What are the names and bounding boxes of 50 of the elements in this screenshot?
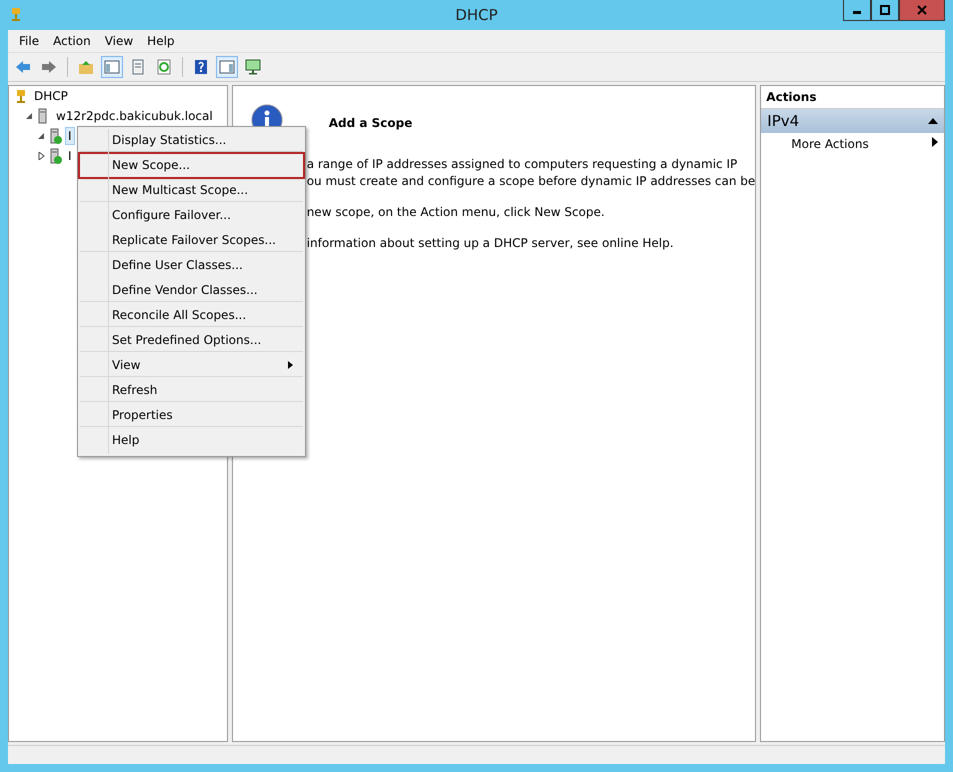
actions-section[interactable]: IPv4 xyxy=(761,109,944,133)
context-menu-item[interactable]: Refresh xyxy=(80,379,303,402)
help-icon xyxy=(193,59,209,75)
context-menu-item[interactable]: New Scope... xyxy=(80,154,303,177)
context-menu-item[interactable]: Reconcile All Scopes... xyxy=(80,304,303,327)
tree-item[interactable]: w12r2pdc.bakicubuk.local xyxy=(53,107,216,125)
tree-item[interactable]: DHCP xyxy=(31,87,71,105)
content-paragraph: information about setting up a DHCP server, see online Help. xyxy=(306,235,675,252)
content-paragraph: a range of IP addresses assigned to computers requesting a dynamic IP ou must create and configure a scope before dynamic IP addresses can be xyxy=(306,156,756,190)
panel-icon xyxy=(104,59,120,75)
show-tree-button[interactable] xyxy=(101,56,123,78)
panel-icon xyxy=(219,59,235,75)
collapsed-icon[interactable] xyxy=(37,152,45,160)
menu-item[interactable]: Action xyxy=(46,34,98,48)
forward-arrow-icon xyxy=(41,60,57,74)
content-title: Add a Scope xyxy=(328,116,412,130)
folder-icon xyxy=(78,59,94,75)
maximize-icon xyxy=(880,5,890,15)
context-menu-item[interactable]: Display Statistics... xyxy=(80,129,303,152)
close-icon xyxy=(917,5,927,15)
action-item[interactable]: More Actions xyxy=(761,133,944,155)
context-menu-item[interactable]: Define User Classes... xyxy=(80,254,303,277)
menu-item[interactable]: View xyxy=(98,34,140,48)
show-action-pane-button[interactable] xyxy=(216,56,238,78)
context-menu-item[interactable]: Properties xyxy=(80,404,303,427)
context-menu-item[interactable]: Set Predefined Options... xyxy=(80,329,303,352)
refresh-icon xyxy=(156,59,172,75)
context-menu-item[interactable]: Configure Failover... xyxy=(80,204,303,227)
submenu-arrow-icon xyxy=(932,137,938,147)
menu-item[interactable]: File xyxy=(12,34,46,48)
document-icon xyxy=(130,59,146,75)
back-arrow-icon xyxy=(15,60,31,74)
window-title: DHCP xyxy=(455,6,498,24)
monitor-icon xyxy=(245,59,261,75)
menu-item[interactable]: Help xyxy=(140,34,182,48)
context-menu-item[interactable]: New Multicast Scope... xyxy=(80,179,303,202)
context-menu-item[interactable]: View xyxy=(80,354,303,377)
tree-item[interactable]: I xyxy=(65,147,75,165)
expanded-icon[interactable] xyxy=(37,132,45,140)
collapse-arrow-icon xyxy=(928,117,938,125)
context-menu-item[interactable]: Replicate Failover Scopes... xyxy=(80,229,303,252)
minimize-button[interactable] xyxy=(843,0,871,21)
content-paragraph: new scope, on the Action menu, click New Scope. xyxy=(306,204,606,221)
context-menu-item[interactable]: Define Vendor Classes... xyxy=(80,279,303,302)
tree-item[interactable]: I xyxy=(65,127,75,145)
context-menu-item[interactable]: Help xyxy=(80,429,303,452)
close-button[interactable] xyxy=(899,0,945,21)
maximize-button[interactable] xyxy=(871,0,899,21)
expanded-icon[interactable] xyxy=(25,112,33,120)
submenu-arrow-icon xyxy=(288,361,293,369)
